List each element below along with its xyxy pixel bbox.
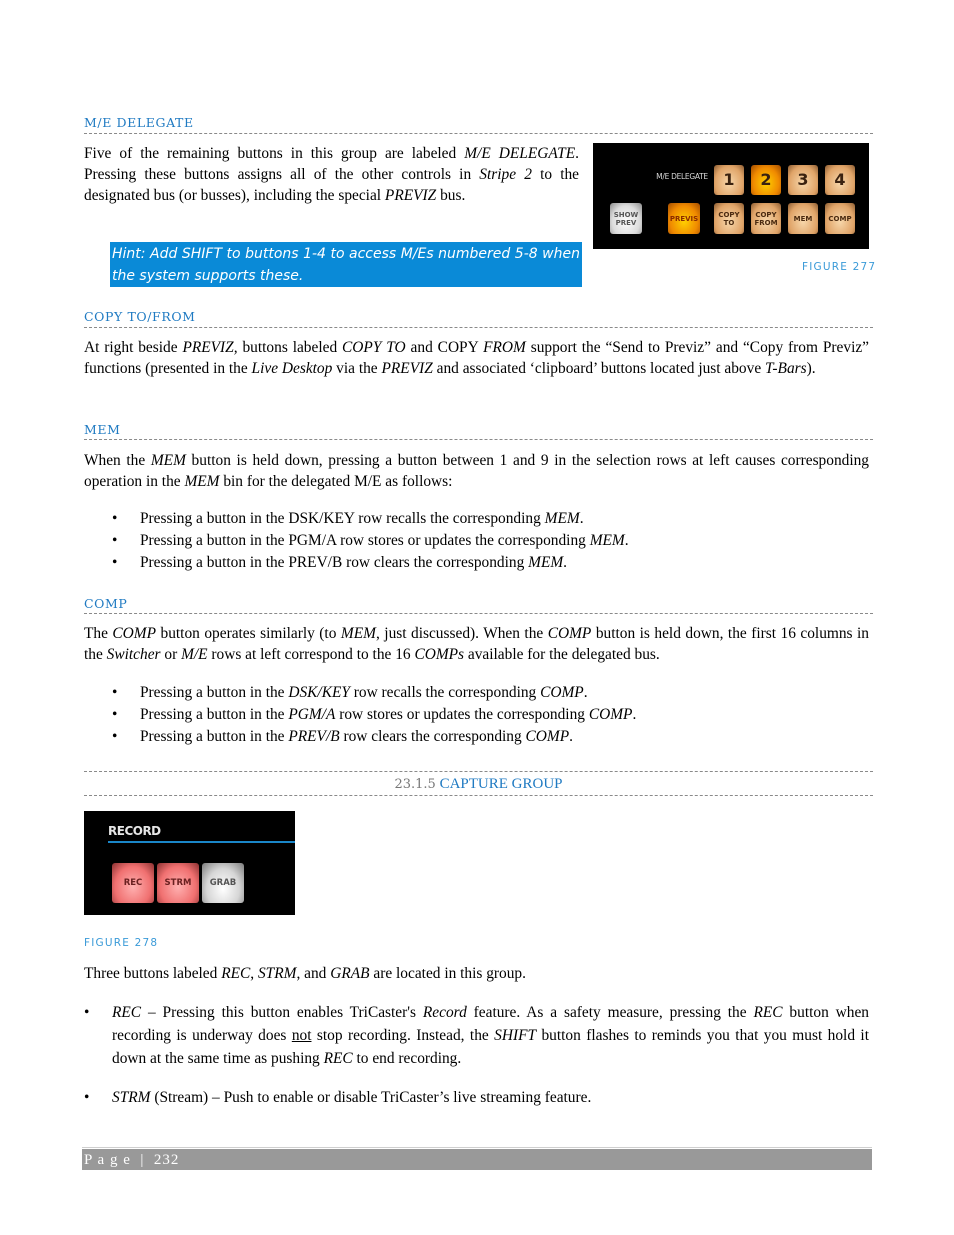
- heading-rule: [84, 133, 873, 134]
- heading-copy-to-from: COPY TO/FROM: [84, 309, 196, 324]
- section-rule-bottom: [84, 795, 873, 796]
- page-number: P a g e | 232: [84, 1152, 180, 1168]
- heading-rule: [84, 327, 873, 328]
- figure-277-image: M/E DELEGATE 1 2 3 4 SHOW PREV PREVIS CO…: [593, 143, 869, 249]
- list-item: Pressing a button in the PREV/B row clea…: [112, 552, 872, 574]
- section-heading-capture-group: 23.1.5 CAPTURE GROUP: [84, 774, 873, 795]
- capture-bullet-rec: • REC – Pressing this button enables Tri…: [84, 1001, 874, 1070]
- strm-button: STRM: [157, 863, 199, 903]
- record-group-label: RECORD: [108, 824, 161, 838]
- figure-278-caption: FIGURE 278: [84, 937, 159, 949]
- list-item: Pressing a button in the PGM/A row store…: [112, 530, 872, 552]
- me-button-2: 2: [751, 165, 781, 195]
- figure-277-caption: FIGURE 277: [802, 261, 877, 273]
- section-title: CAPTURE GROUP: [439, 776, 563, 792]
- list-item: STRM (Stream) – Push to enable or disabl…: [112, 1089, 592, 1106]
- comp-paragraph: The COMP button operates similarly (to M…: [84, 625, 870, 663]
- me-button-4: 4: [825, 165, 855, 195]
- me-button-1: 1: [714, 165, 744, 195]
- show-prev-button: SHOW PREV: [610, 203, 642, 234]
- me-button-3: 3: [788, 165, 818, 195]
- mem-button: MEM: [788, 203, 818, 234]
- capture-intro-paragraph: Three buttons labeled REC, STRM, and GRA…: [84, 965, 526, 982]
- list-item: REC – Pressing this button enables TriCa…: [112, 1004, 869, 1067]
- previs-button: PREVIS: [668, 203, 700, 234]
- me-delegate-label: M/E DELEGATE: [656, 172, 708, 181]
- footer-rule: [82, 1147, 872, 1148]
- heading-mem: MEM: [84, 422, 121, 437]
- record-group-underline: [108, 841, 295, 843]
- section-number: 23.1.5: [394, 777, 436, 792]
- rec-button: REC: [112, 863, 154, 903]
- copy-to-button: COPY TO: [714, 203, 744, 234]
- heading-rule: [84, 439, 873, 440]
- figure-278-image: RECORD REC STRM GRAB: [84, 811, 295, 915]
- comp-bullet-list: Pressing a button in the DSK/KEY row rec…: [112, 682, 872, 748]
- comp-button: COMP: [825, 203, 855, 234]
- list-item: Pressing a button in the DSK/KEY row rec…: [112, 508, 872, 530]
- heading-rule: [84, 613, 873, 614]
- hint-box: Hint: Add SHIFT to buttons 1-4 to access…: [110, 242, 582, 287]
- copy-to-from-paragraph: At right beside PREVIZ, buttons labeled …: [84, 339, 870, 377]
- list-item: Pressing a button in the PGM/A row store…: [112, 704, 872, 726]
- mem-paragraph: When the MEM button is held down, pressi…: [84, 452, 870, 490]
- heading-me-delegate: M/E DELEGATE: [84, 115, 194, 130]
- grab-button: GRAB: [202, 863, 244, 903]
- bullet-dot: •: [84, 1004, 90, 1021]
- bullet-dot: •: [84, 1089, 90, 1106]
- list-item: Pressing a button in the PREV/B row clea…: [112, 726, 872, 748]
- section-rule-top: [84, 771, 873, 772]
- copy-from-button: COPY FROM: [751, 203, 781, 234]
- capture-bullet-strm: • STRM (Stream) – Push to enable or disa…: [84, 1087, 874, 1108]
- list-item: Pressing a button in the DSK/KEY row rec…: [112, 682, 872, 704]
- heading-comp: COMP: [84, 596, 128, 611]
- mem-bullet-list: Pressing a button in the DSK/KEY row rec…: [112, 508, 872, 574]
- page-footer: P a g e | 232: [82, 1149, 872, 1170]
- me-delegate-paragraph: Five of the remaining buttons in this gr…: [84, 145, 580, 204]
